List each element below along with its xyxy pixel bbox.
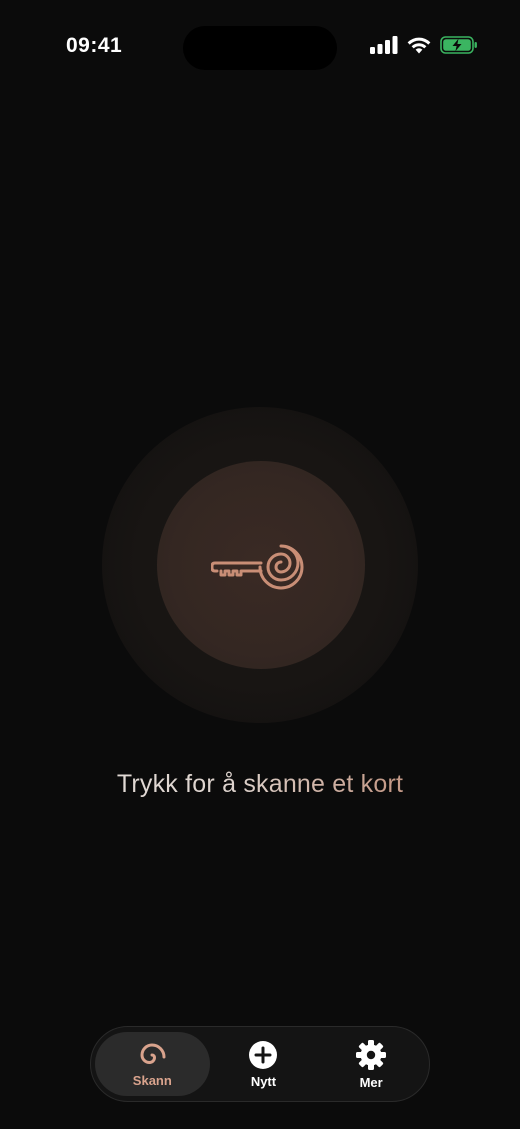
tab-label-skann: Skann: [132, 1072, 172, 1088]
tab-mer[interactable]: Mer: [317, 1032, 425, 1096]
spiral-icon: [140, 1042, 166, 1064]
dynamic-island: [183, 26, 337, 70]
battery-charging-icon: [440, 36, 477, 54]
status-icons: [370, 36, 478, 54]
key-spiral-icon: [211, 544, 304, 590]
cellular-signal-icon: [370, 36, 398, 54]
status-time: 09:41: [66, 34, 123, 57]
tab-nytt[interactable]: Nytt: [210, 1032, 318, 1096]
tab-label-nytt: Nytt: [250, 1073, 277, 1089]
tab-skann[interactable]: Skann: [95, 1032, 210, 1096]
app-screen: 09:41 Trykk for å skanne et kort Skann N…: [0, 0, 520, 1129]
plus-circle-icon: [249, 1040, 278, 1069]
gear-icon: [356, 1039, 387, 1070]
tab-bar: Skann Nytt Mer: [90, 1026, 430, 1102]
scan-button[interactable]: [157, 461, 365, 669]
tab-label-mer: Mer: [359, 1074, 383, 1090]
scan-prompt: Trykk for å skanne et kort: [0, 770, 520, 799]
wifi-icon: [407, 37, 431, 54]
